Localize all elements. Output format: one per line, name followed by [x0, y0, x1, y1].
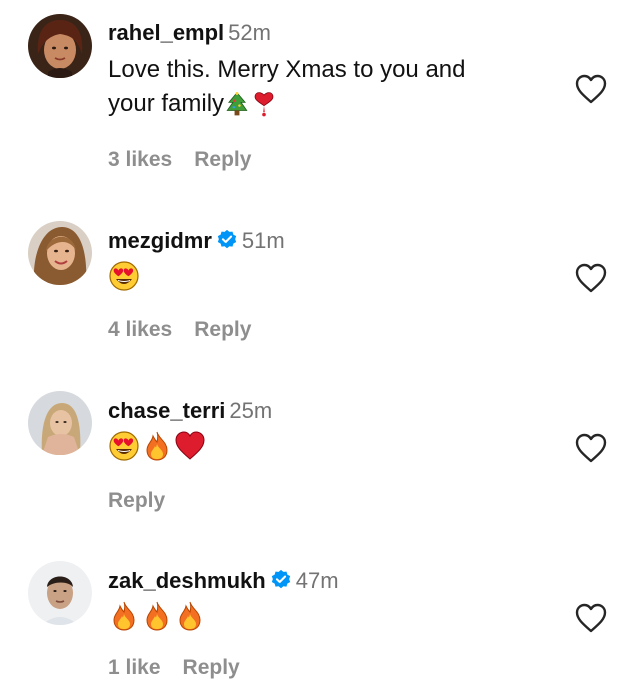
heart-eyes-emoji-icon	[108, 430, 140, 462]
username-link[interactable]: rahel_empl	[108, 20, 224, 45]
username-link[interactable]: zak_deshmukh	[108, 568, 266, 593]
comment-header: mezgidmr 51m	[108, 228, 285, 254]
comment-timestamp: 52m	[228, 20, 271, 45]
comment-actions: Reply	[108, 489, 187, 513]
avatar[interactable]	[28, 561, 92, 625]
comment-text	[108, 430, 548, 466]
comment-timestamp: 51m	[241, 228, 285, 253]
comment-text: Love this. Merry Xmas to you and your fa…	[108, 53, 548, 121]
fire-emoji-icon	[108, 600, 140, 632]
likes-count-link[interactable]: 3 likes	[108, 148, 172, 171]
comment-actions: 4 likes Reply	[108, 318, 273, 342]
like-heart-icon[interactable]	[574, 602, 608, 634]
verified-badge-icon	[216, 229, 238, 251]
fire-emoji-icon	[141, 430, 173, 462]
comment-text	[108, 600, 548, 636]
comment-actions: 3 likes Reply	[108, 148, 273, 172]
avatar[interactable]	[28, 391, 92, 455]
username-link[interactable]: mezgidmr	[108, 228, 212, 253]
heavy-heart-exclamation-emoji-icon	[251, 91, 277, 117]
like-heart-icon[interactable]	[574, 432, 608, 464]
reply-button[interactable]: Reply	[183, 656, 240, 679]
comment-header: chase_terri 25m	[108, 398, 272, 424]
like-heart-icon[interactable]	[574, 73, 608, 105]
comment-timestamp: 25m	[229, 398, 273, 423]
comment-timestamp: 47m	[295, 568, 339, 593]
red-heart-emoji-icon	[174, 430, 206, 462]
comment-text-line: your family	[108, 87, 548, 121]
reply-button[interactable]: Reply	[194, 318, 251, 341]
comment-header: rahel_empl 52m	[108, 20, 271, 46]
username-link[interactable]: chase_terri	[108, 398, 225, 423]
fire-emoji-icon	[174, 600, 206, 632]
verified-badge-icon	[270, 569, 292, 591]
avatar[interactable]	[28, 221, 92, 285]
like-heart-icon[interactable]	[574, 262, 608, 294]
likes-count-link[interactable]: 1 like	[108, 656, 161, 679]
heart-eyes-emoji-icon	[108, 260, 140, 292]
fire-emoji-icon	[141, 600, 173, 632]
likes-count-link[interactable]: 4 likes	[108, 318, 172, 341]
comment-actions: 1 like Reply	[108, 656, 262, 680]
comment-text	[108, 260, 548, 296]
avatar[interactable]	[28, 14, 92, 78]
reply-button[interactable]: Reply	[108, 489, 165, 512]
comment-text-fragment: your family	[108, 90, 225, 117]
comment-header: zak_deshmukh 47m	[108, 568, 339, 594]
comment-text-line: Love this. Merry Xmas to you and	[108, 56, 466, 83]
christmas-tree-emoji-icon	[224, 91, 250, 117]
reply-button[interactable]: Reply	[194, 148, 251, 171]
